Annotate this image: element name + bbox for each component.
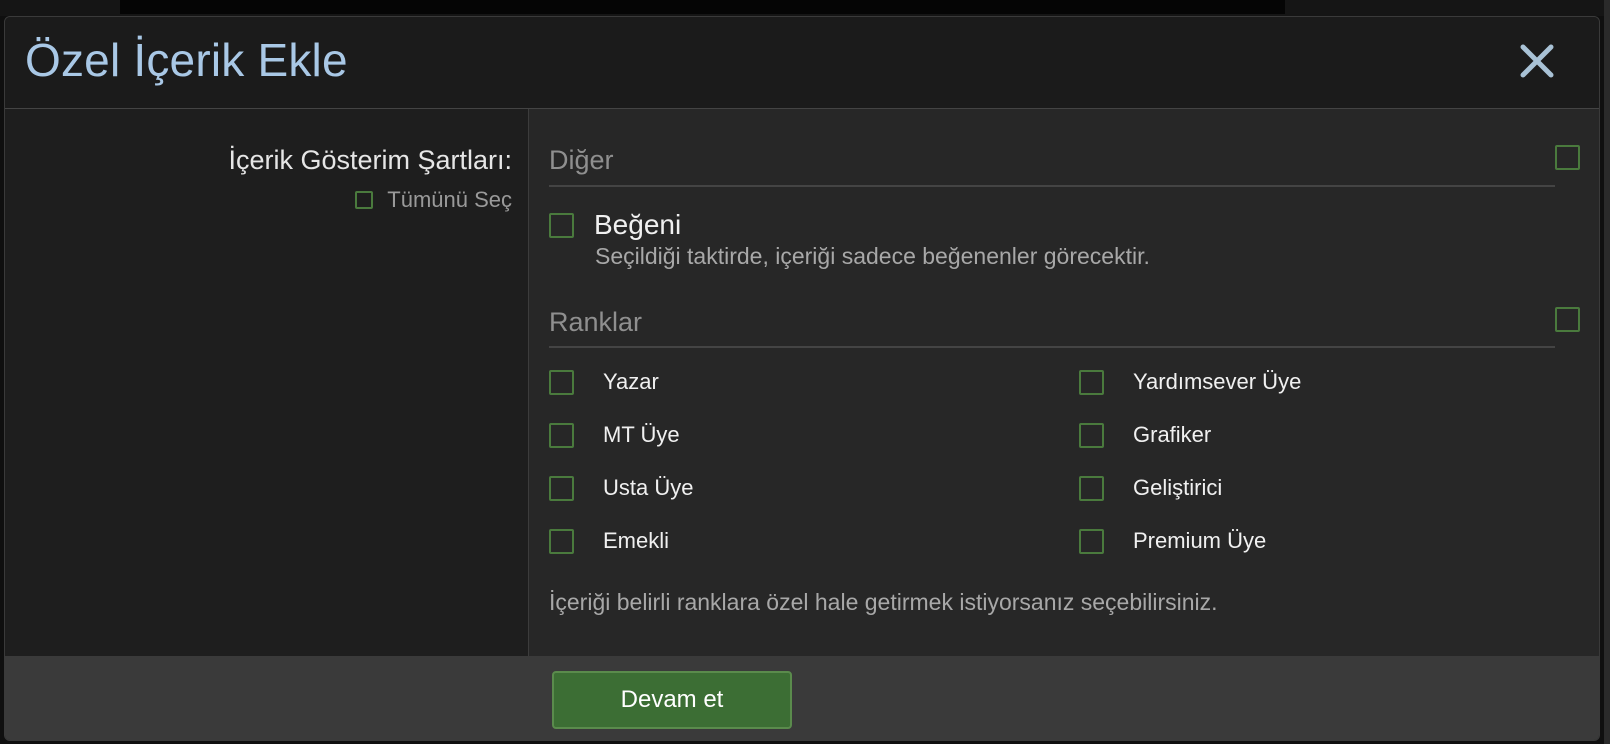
like-description: Seçildiği taktirde, içeriği sadece beğen…: [595, 243, 1150, 269]
select-all-toggle[interactable]: Tümünü Seç: [355, 187, 512, 213]
modal-title: Özel İçerik Ekle: [25, 34, 348, 86]
select-all-label: Tümünü Seç: [387, 187, 512, 212]
rank-option-yazar[interactable]: Yazar: [549, 369, 659, 395]
section-ranks-checkbox[interactable]: [1555, 307, 1580, 332]
modal-body: İçerik Gösterim Şartları: Tümünü Seç Diğ…: [5, 109, 1599, 656]
rank-checkbox[interactable]: [549, 369, 574, 395]
conditions-label-column: İçerik Gösterim Şartları: Tümünü Seç: [5, 109, 529, 656]
rank-checkbox[interactable]: [549, 528, 574, 554]
background-page-strip: [0, 0, 1610, 16]
close-button[interactable]: [1515, 39, 1559, 83]
continue-button[interactable]: Devam et: [552, 671, 792, 729]
rank-option-emekli[interactable]: Emekli: [549, 528, 669, 554]
rank-option-premium-uye[interactable]: Premium Üye: [1079, 528, 1266, 554]
rank-checkbox[interactable]: [1079, 475, 1104, 501]
rank-label: Yardımsever Üye: [1133, 369, 1302, 394]
background-page-edge: [1604, 0, 1610, 744]
like-checkbox[interactable]: [549, 212, 574, 238]
rank-label: Premium Üye: [1133, 528, 1267, 553]
rank-label: Usta Üye: [603, 475, 694, 500]
rank-label: Emekli: [603, 528, 670, 553]
rank-option-grafiker[interactable]: Grafiker: [1079, 422, 1211, 448]
like-option[interactable]: Beğeni: [549, 209, 681, 241]
rank-option-usta-uye[interactable]: Usta Üye: [549, 475, 693, 501]
section-divider-ranks: [549, 346, 1555, 348]
ranks-description: İçeriği belirli ranklara özel hale getir…: [549, 589, 1218, 615]
rank-checkbox[interactable]: [549, 422, 574, 448]
conditions-label: İçerik Gösterim Şartları:: [228, 145, 512, 175]
background-page-dark-area: [120, 0, 1285, 14]
section-divider-other: [549, 185, 1555, 187]
rank-checkbox[interactable]: [549, 475, 574, 501]
select-all-checkbox[interactable]: [355, 191, 374, 209]
section-title-ranks: Ranklar: [549, 307, 643, 337]
modal-header: Özel İçerik Ekle: [5, 17, 1599, 109]
rank-label: Geliştirici: [1133, 475, 1223, 500]
modal-footer: Devam et: [5, 656, 1599, 740]
rank-label: Yazar: [603, 369, 659, 394]
rank-label: Grafiker: [1133, 422, 1212, 447]
rank-checkbox[interactable]: [1079, 422, 1104, 448]
rank-option-mt-uye[interactable]: MT Üye: [549, 422, 680, 448]
close-icon: [1520, 44, 1554, 78]
rank-option-gelistirici[interactable]: Geliştirici: [1079, 475, 1222, 501]
like-label: Beğeni: [594, 209, 682, 240]
rank-label: MT Üye: [603, 422, 680, 447]
section-title-other: Diğer: [549, 145, 614, 175]
rank-option-yardimsever-uye[interactable]: Yardımsever Üye: [1079, 369, 1301, 395]
section-other-checkbox[interactable]: [1555, 145, 1580, 170]
custom-content-modal: Özel İçerik Ekle İçerik Gösterim Şartlar…: [4, 16, 1600, 741]
rank-checkbox[interactable]: [1079, 528, 1104, 554]
conditions-options-column: Diğer Beğeni Seçildiği taktirde, içeriği…: [529, 109, 1599, 656]
rank-checkbox[interactable]: [1079, 369, 1104, 395]
